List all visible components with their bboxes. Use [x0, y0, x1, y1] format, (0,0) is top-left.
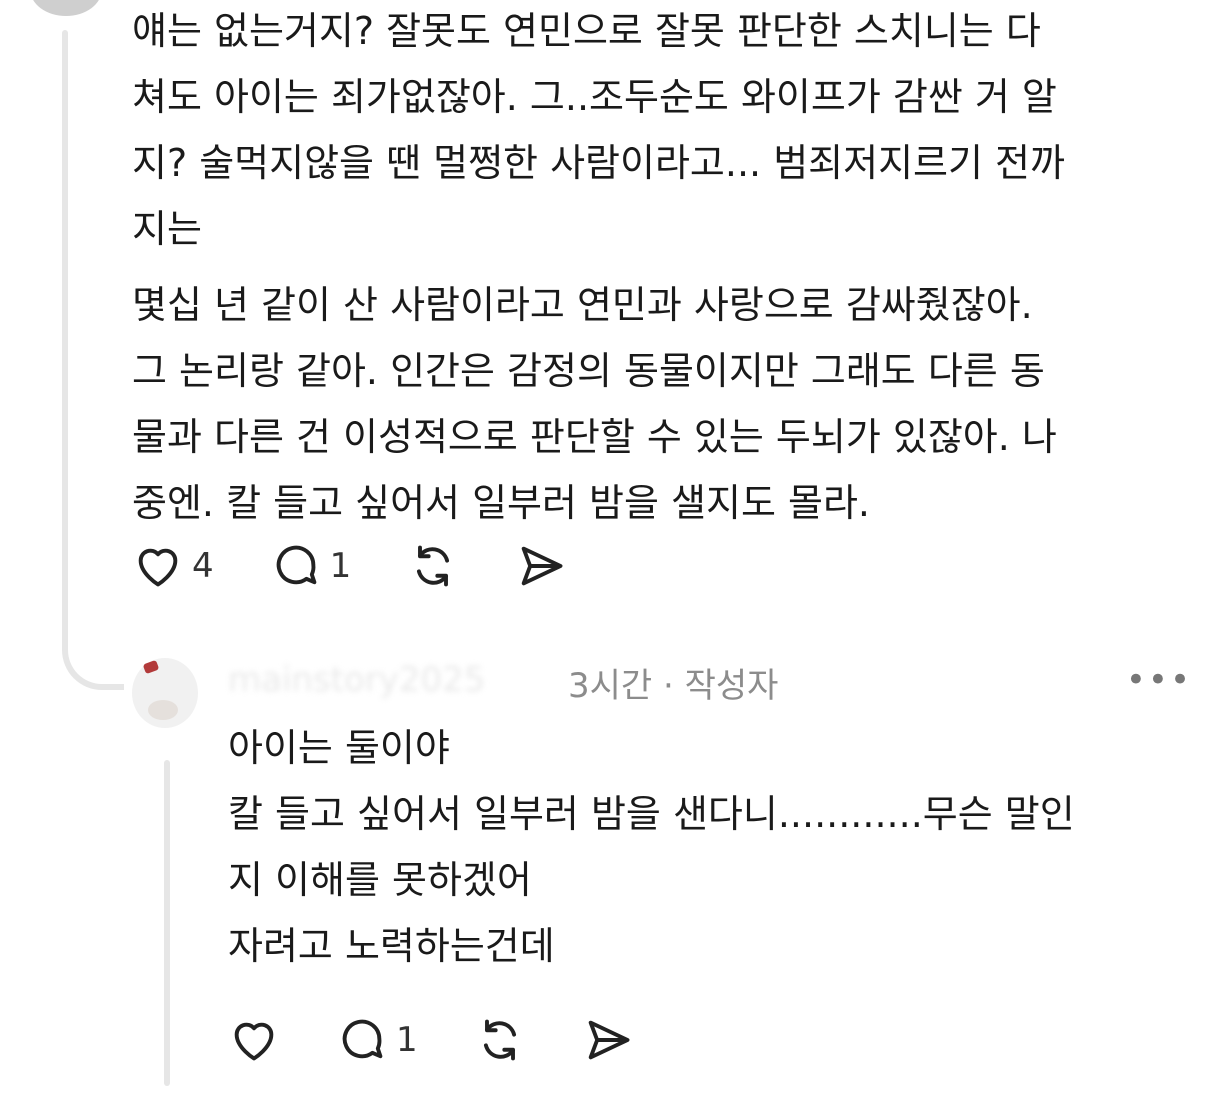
- thread-line: [164, 760, 170, 1086]
- comment-line: 그 논리랑 같아. 인간은 감정의 동물이지만 그래도 다른 동: [132, 349, 1045, 393]
- reply-line: 지 이해를 못하겠어: [228, 858, 532, 902]
- repost-button[interactable]: [474, 1014, 526, 1066]
- comment-line: 지? 술먹지않을 땐 멀쩡한 사람이라고... 범죄저지르기 전까: [132, 141, 1065, 185]
- repost-icon: [417, 545, 450, 587]
- thread-line: [62, 30, 68, 648]
- more-options-button[interactable]: •••: [1126, 660, 1192, 700]
- reply-count: 1: [329, 546, 352, 586]
- reply-line: 칼 들고 싶어서 일부러 밤을 샌다니............무슨 말인: [228, 792, 1075, 836]
- speech-bubble-icon: [342, 1019, 383, 1059]
- reply-text: 아이는 둘이야 칼 들고 싶어서 일부러 밤을 샌다니............무…: [228, 715, 1075, 979]
- reply-line: 자려고 노력하는건데: [228, 924, 555, 968]
- comment-line: 지는: [132, 207, 202, 251]
- comment-line: 물과 다른 건 이성적으로 판단할 수 있는 두뇌가 있잖아. 나: [132, 415, 1057, 459]
- reply-header: mainstory2025 3시간 · 작성자 •••: [132, 652, 1192, 728]
- like-button[interactable]: 4: [132, 540, 214, 592]
- heart-icon: [234, 1022, 274, 1061]
- comment-line: 중엔. 칼 들고 싶어서 일부러 밤을 샐지도 몰라.: [132, 481, 870, 525]
- reply-meta: 3시간 · 작성자: [568, 666, 779, 706]
- reply-count: 1: [396, 1020, 418, 1060]
- reply-button[interactable]: 1: [270, 540, 352, 592]
- like-button[interactable]: [228, 1014, 280, 1066]
- comment-line: 몇십 년 같이 산 사람이라고 연민과 사랑으로 감싸줬잖아.: [132, 283, 1033, 327]
- share-button[interactable]: [582, 1014, 634, 1066]
- reply-avatar[interactable]: [132, 658, 198, 728]
- commenter-avatar[interactable]: [30, 0, 102, 16]
- reply-actions: 1: [228, 1014, 690, 1066]
- share-button[interactable]: [515, 540, 567, 592]
- thread-connector: [62, 600, 124, 690]
- reply-button[interactable]: 1: [336, 1014, 418, 1066]
- reply-username[interactable]: mainstory2025: [228, 660, 485, 700]
- reply-line: 아이는 둘이야: [228, 726, 450, 770]
- comment-text: 얘는 없는거지? 잘못도 연민으로 잘못 판단한 스치니는 다 쳐도 아이는 죄…: [132, 0, 1065, 536]
- repost-icon: [483, 1019, 516, 1061]
- send-icon: [588, 1020, 630, 1060]
- comment-line: 얘는 없는거지? 잘못도 연민으로 잘못 판단한 스치니는 다: [132, 9, 1041, 53]
- repost-button[interactable]: [407, 540, 459, 592]
- heart-icon: [138, 548, 178, 587]
- speech-bubble-icon: [276, 545, 317, 585]
- comment-actions: 4 1: [132, 540, 623, 592]
- send-icon: [521, 546, 563, 586]
- like-count: 4: [192, 546, 214, 586]
- comment-line: 쳐도 아이는 죄가없잖아. 그..조두순도 와이프가 감싼 거 알: [132, 75, 1057, 119]
